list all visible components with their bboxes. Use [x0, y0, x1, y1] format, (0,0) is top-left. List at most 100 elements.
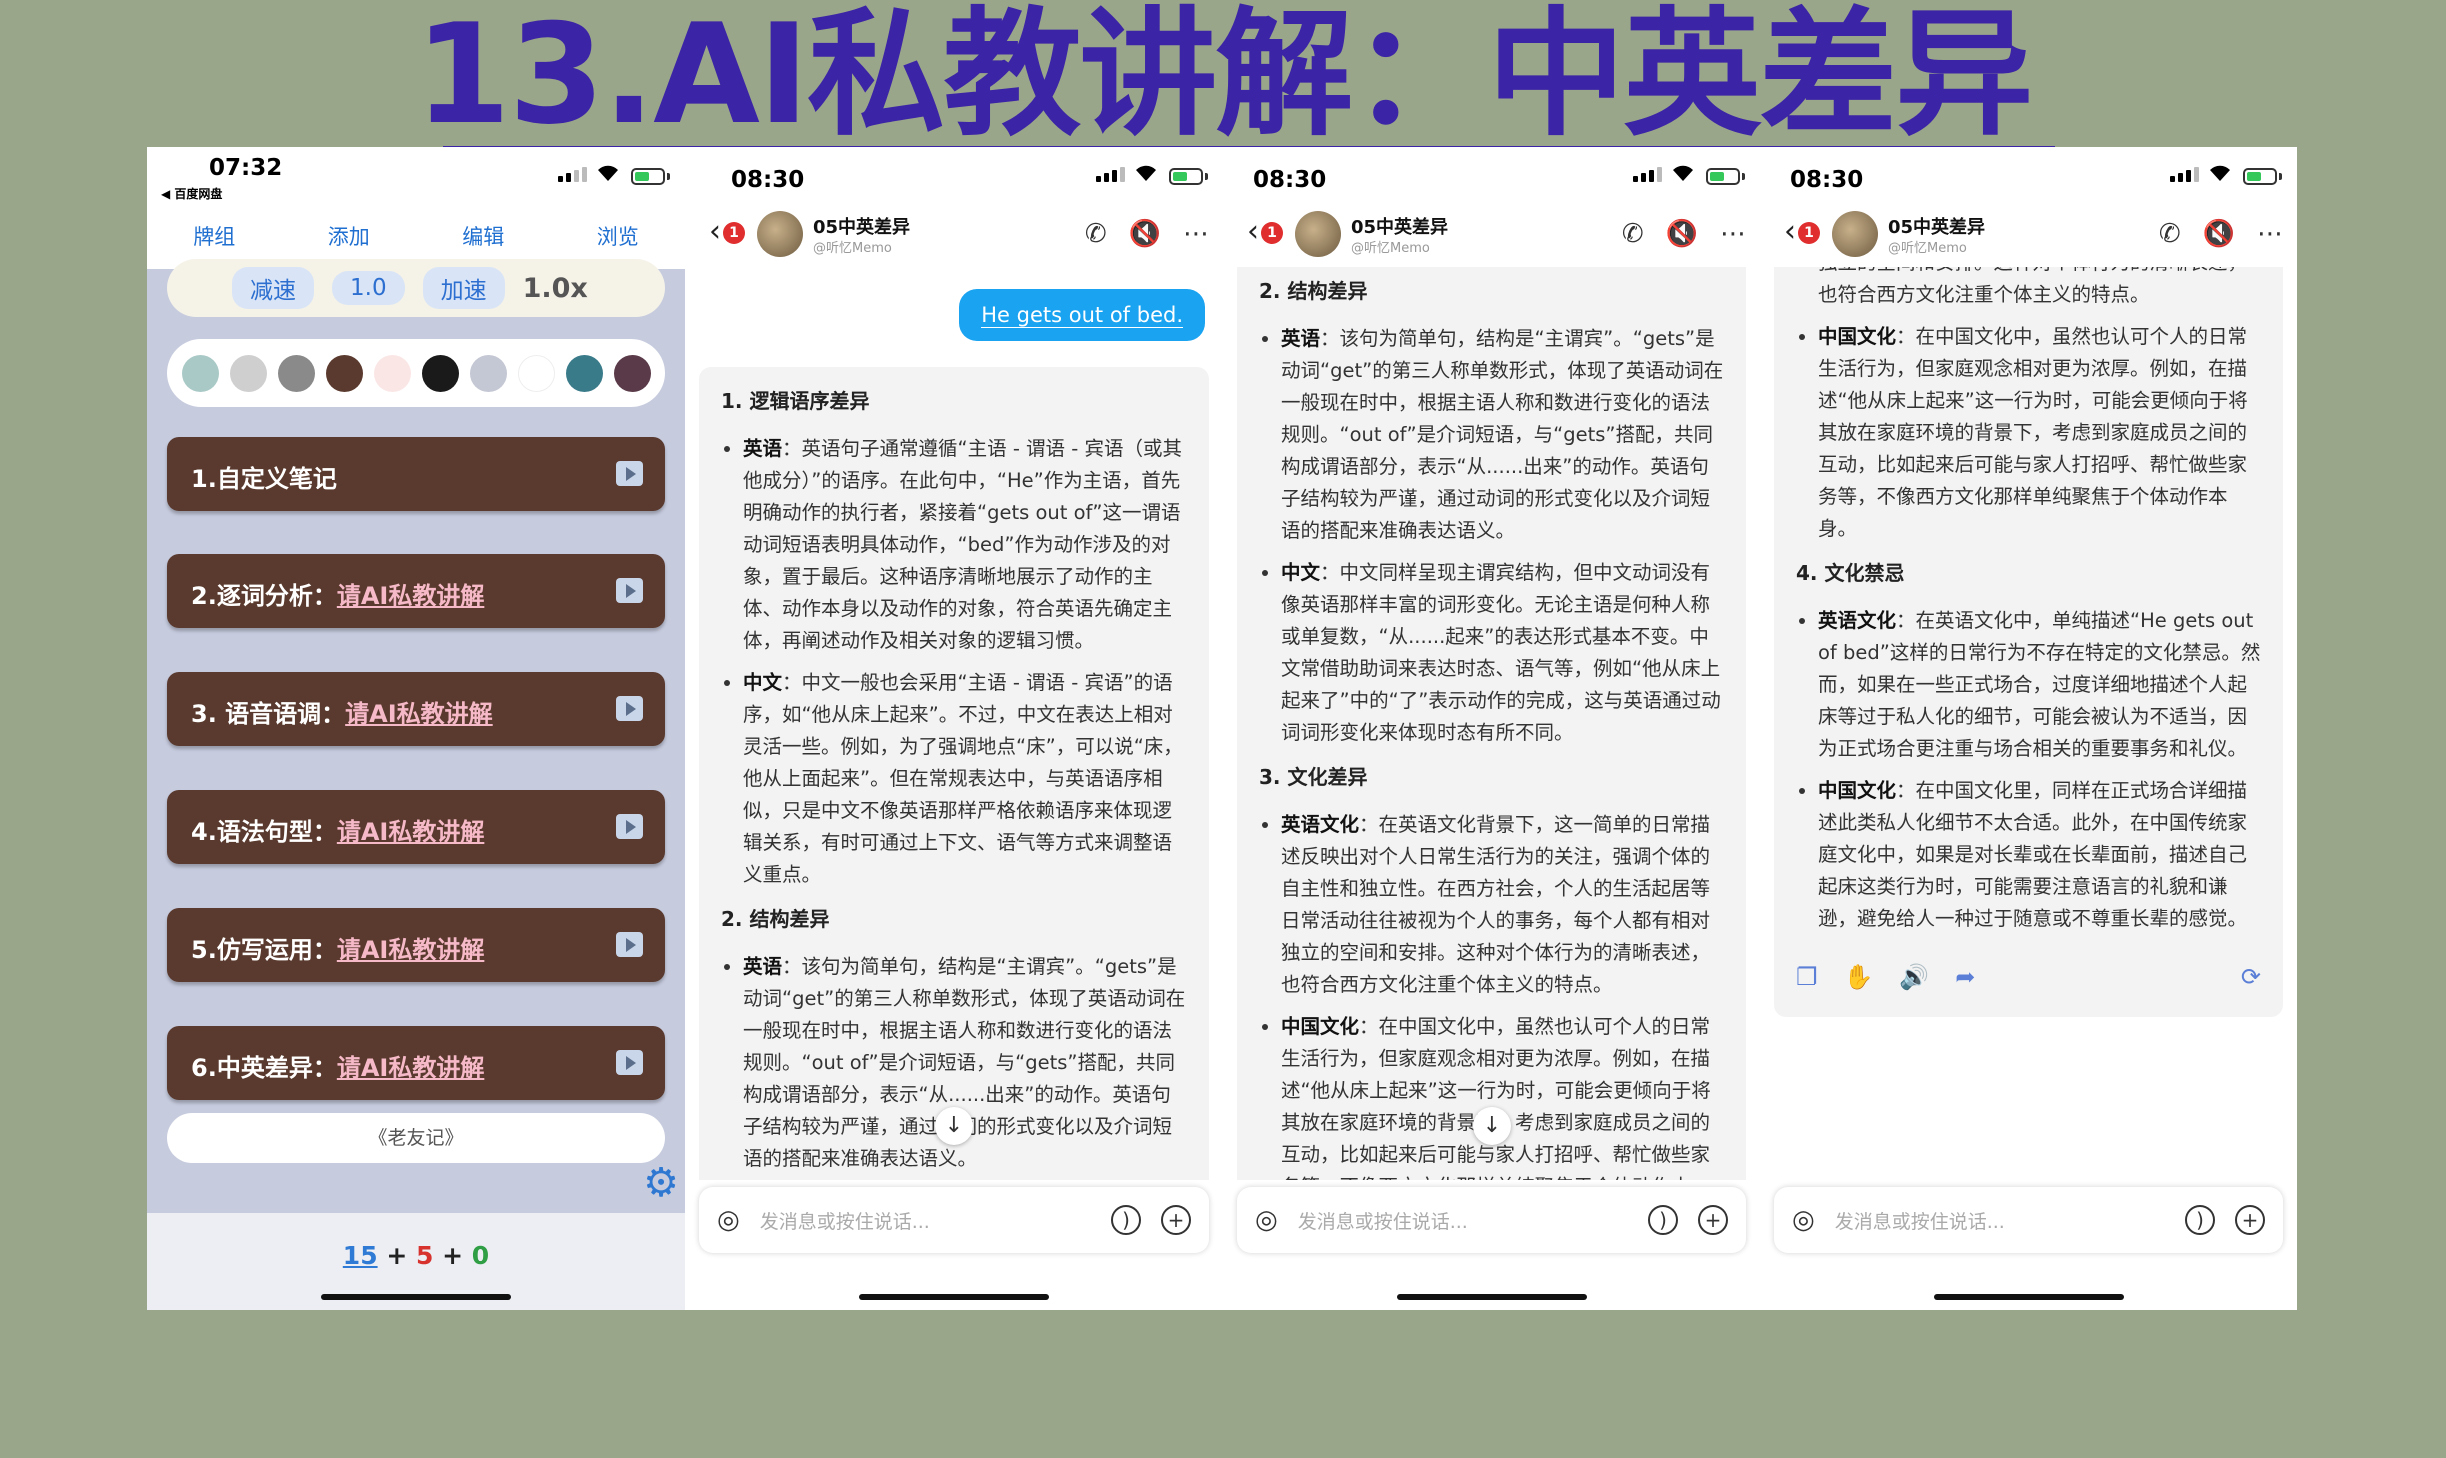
ai-reply: 2. 结构差异 英语：该句为简单句，结构是“主谓宾”。“gets”是动词“get… [1237, 267, 1746, 1180]
back-icon[interactable]: ‹ [1247, 217, 1259, 247]
phone-icon[interactable]: ✆ [1622, 219, 1644, 249]
gear-icon[interactable]: ⚙ [643, 1163, 679, 1203]
card-cn-en-difference[interactable]: 6.中英差异：请AI私教讲解 [167, 1026, 665, 1100]
source-title-button[interactable]: 《老友记》 [167, 1113, 665, 1163]
list-item: 中文：中文一般也会采用“主语 - 谓语 - 宾语”的语序，如“他从床上起来”。不… [743, 667, 1187, 891]
camera-icon[interactable]: ◎ [717, 1205, 740, 1235]
nav-add[interactable]: 添加 [328, 221, 370, 251]
voice-icon[interactable]: ) [2185, 1205, 2215, 1235]
scroll-down-icon[interactable]: ↓ [935, 1107, 973, 1145]
color-swatch-8[interactable] [565, 354, 603, 392]
color-swatches [167, 339, 665, 407]
scroll-down-icon[interactable]: ↓ [1473, 1107, 1511, 1145]
phone-icon[interactable]: ✆ [1085, 219, 1107, 249]
nav-edit[interactable]: 编辑 [462, 221, 504, 251]
camera-icon[interactable]: ◎ [1792, 1205, 1815, 1235]
color-swatch-7[interactable] [517, 354, 555, 392]
speed-up-button[interactable]: 加速 [422, 267, 505, 309]
mute-icon[interactable]: 🔇 [1666, 219, 1698, 249]
voice-icon[interactable]: ) [1111, 1205, 1141, 1235]
color-swatch-4[interactable] [373, 354, 411, 392]
home-indicator [321, 1294, 511, 1300]
message-input[interactable]: ◎ 发消息或按住说话... ) + [699, 1187, 1209, 1253]
card-intonation[interactable]: 3. 语音语调：请AI私教讲解 [167, 672, 665, 746]
signal-icon [1096, 167, 1125, 182]
avatar[interactable] [1832, 211, 1878, 257]
color-swatch-0[interactable] [181, 354, 219, 392]
page-title: 13.AI私教讲解：中英差异 [414, 0, 2034, 155]
refresh-icon[interactable]: ⟳ [2241, 961, 2261, 993]
wifi-icon [1673, 165, 1693, 181]
play-icon[interactable] [616, 932, 643, 957]
status-bar: 08:30 [1223, 147, 1760, 203]
dislike-icon[interactable]: ✋ [1844, 961, 1874, 993]
message-list: He gets out of bed. 1. 逻辑语序差异 英语：英语句子通常遵… [685, 267, 1223, 1180]
back-icon[interactable]: ‹ [709, 217, 721, 247]
color-swatch-5[interactable] [421, 354, 459, 392]
play-icon[interactable] [616, 461, 643, 486]
list-item: 英语：该句为简单句，结构是“主谓宾”。“gets”是动词“get”的第三人称单数… [1281, 323, 1724, 547]
card-link[interactable]: 请AI私教讲解 [337, 582, 485, 610]
card-grammar[interactable]: 4.语法句型：请AI私教讲解 [167, 790, 665, 864]
color-swatch-9[interactable] [613, 354, 651, 392]
speaker-icon[interactable]: 🔊 [1899, 961, 1929, 993]
count-new[interactable]: 15 [343, 1241, 378, 1270]
phone-icon[interactable]: ✆ [2159, 219, 2181, 249]
card-link[interactable]: 请AI私教讲解 [345, 700, 493, 728]
current-speed: 1.0x [522, 272, 588, 304]
signal-icon [1633, 167, 1662, 182]
mute-icon[interactable]: 🔇 [2203, 219, 2235, 249]
home-indicator [859, 1294, 1049, 1300]
card-custom-notes[interactable]: 1.自定义笔记 [167, 437, 665, 511]
mute-icon[interactable]: 🔇 [1129, 219, 1161, 249]
more-icon[interactable]: ⋯ [2257, 219, 2283, 249]
card-link[interactable]: 请AI私教讲解 [337, 818, 485, 846]
more-icon[interactable]: ⋯ [1183, 219, 1209, 249]
back-icon[interactable]: ‹ [1784, 217, 1796, 247]
voice-icon[interactable]: ) [1648, 1205, 1678, 1235]
chat-name: 05中英差异 [1888, 217, 1986, 238]
play-icon[interactable] [616, 578, 643, 603]
camera-icon[interactable]: ◎ [1255, 1205, 1278, 1235]
back-to-app[interactable]: ◀ 百度网盘 [161, 185, 222, 202]
more-icon[interactable]: ⋯ [1720, 219, 1746, 249]
plus-icon[interactable]: + [1698, 1205, 1728, 1235]
play-icon[interactable] [616, 814, 643, 839]
color-swatch-2[interactable] [277, 354, 315, 392]
plus-icon[interactable]: + [1161, 1205, 1191, 1235]
avatar[interactable] [757, 211, 803, 257]
nav-decks[interactable]: 牌组 [193, 221, 235, 251]
card-link[interactable]: 请AI私教讲解 [337, 936, 485, 964]
ai-reply: 英语文化：在英语文化背景下，这一简单的日常描述反映出对个人日常生活行为的关注，强… [1774, 267, 2283, 1017]
message-input[interactable]: ◎ 发消息或按住说话... ) + [1237, 1187, 1746, 1253]
status-bar: 07:32 ◀ 百度网盘 [147, 147, 685, 203]
avatar[interactable] [1295, 211, 1341, 257]
play-icon[interactable] [616, 1050, 643, 1075]
play-icon[interactable] [616, 696, 643, 721]
message-list: 英语文化：在英语文化背景下，这一简单的日常描述反映出对个人日常生活行为的关注，强… [1760, 267, 2297, 1180]
chat-name: 05中英差异 [1351, 217, 1449, 238]
list-item: 英语文化：在英语文化背景下，这一简单的日常描述反映出对个人日常生活行为的关注，强… [1818, 267, 2261, 311]
share-icon[interactable]: ➦ [1955, 961, 1975, 993]
plus-icon[interactable]: + [2235, 1205, 2265, 1235]
speed-value[interactable]: 1.0 [332, 271, 405, 305]
list-item: 中国文化：在中国文化中，虽然也认可个人的日常生活行为，但家庭观念相对更为浓厚。例… [1281, 1011, 1724, 1180]
chat-name: 05中英差异 [813, 217, 911, 238]
section-heading: 2. 结构差异 [1259, 279, 1368, 303]
chat-handle: @听忆Memo [1351, 241, 1430, 256]
card-link[interactable]: 请AI私教讲解 [337, 1054, 485, 1082]
nav-browse[interactable]: 浏览 [597, 221, 639, 251]
color-swatch-3[interactable] [325, 354, 363, 392]
color-swatch-1[interactable] [229, 354, 267, 392]
color-swatch-6[interactable] [469, 354, 507, 392]
card-imitation[interactable]: 5.仿写运用：请AI私教讲解 [167, 908, 665, 982]
section-heading: 4. 文化禁忌 [1796, 561, 1905, 585]
count-review: 0 [471, 1241, 490, 1270]
message-input[interactable]: ◎ 发消息或按住说话... ) + [1774, 1187, 2283, 1253]
signal-icon [558, 167, 587, 182]
card-word-analysis[interactable]: 2.逐词分析：请AI私教讲解 [167, 554, 665, 628]
copy-icon[interactable]: ❐ [1796, 961, 1818, 993]
status-time: 07:32 [209, 155, 283, 181]
slow-down-button[interactable]: 减速 [232, 267, 314, 309]
chat-panel-1: 08:30 ‹ 1 05中英差异 @听忆Memo ✆ 🔇 ⋯ He gets out… [685, 147, 1223, 1310]
